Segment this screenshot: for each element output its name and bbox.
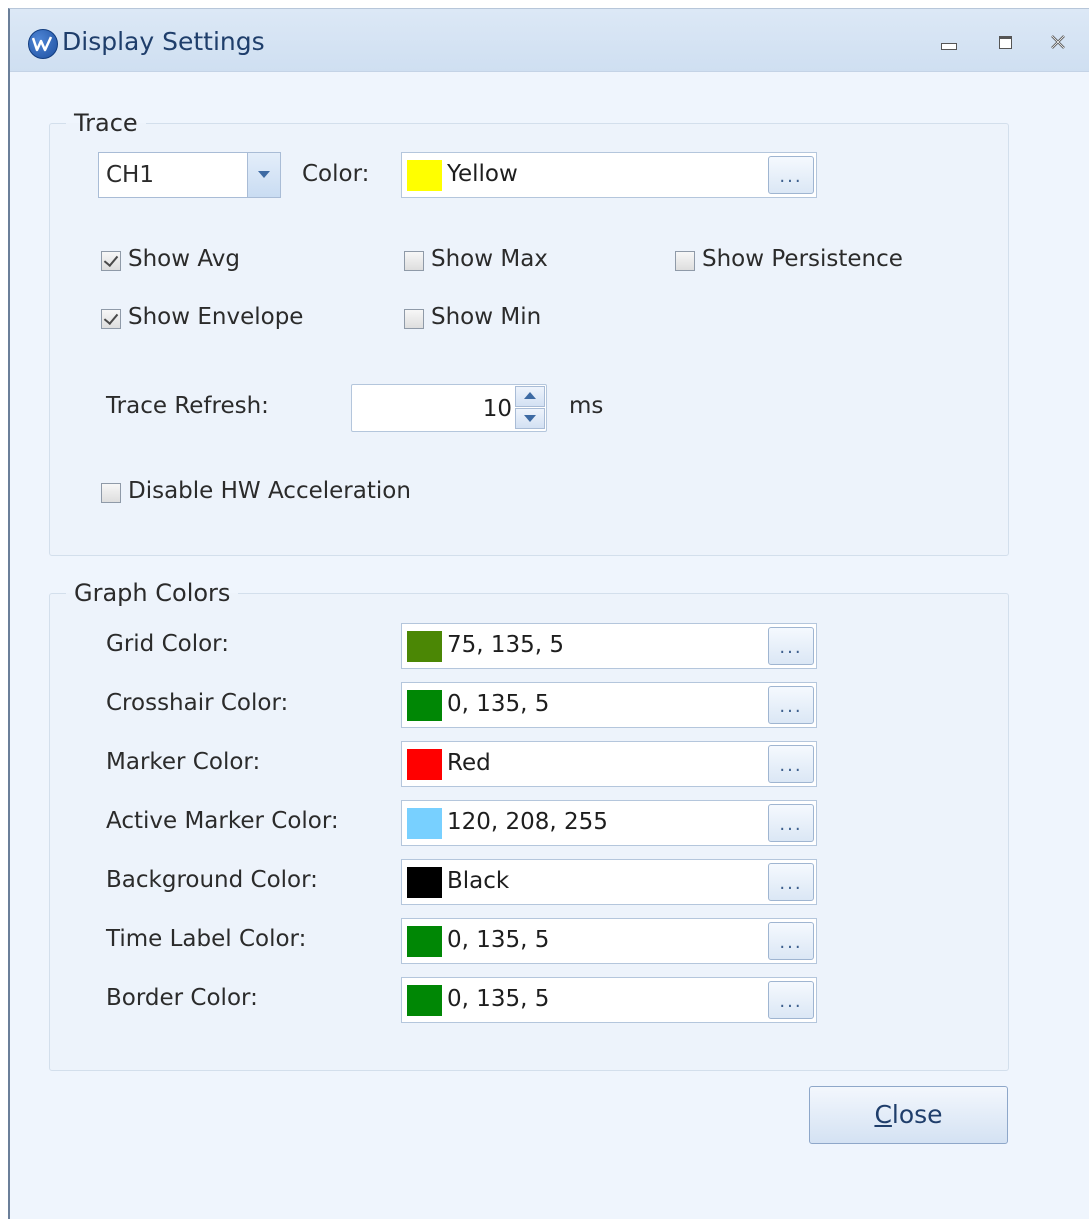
- minimize-icon[interactable]: [936, 31, 962, 53]
- channel-combobox[interactable]: CH1: [98, 152, 281, 198]
- trace-group-legend: Trace: [74, 109, 138, 137]
- trace-refresh-label: Trace Refresh:: [106, 393, 269, 419]
- trace-refresh-spinner[interactable]: [351, 384, 547, 432]
- chevron-down-icon[interactable]: [247, 153, 280, 197]
- graph-color-label: Border Color:: [106, 985, 258, 1011]
- graph-colors-legend: Graph Colors: [74, 579, 231, 607]
- show-max-label: Show Max: [431, 246, 548, 272]
- app-logo-icon: [28, 29, 58, 59]
- graph-color-label: Active Marker Color:: [106, 808, 339, 834]
- trace-refresh-unit: ms: [569, 393, 604, 419]
- graph-color-label: Time Label Color:: [106, 926, 307, 952]
- color-swatch: [407, 749, 442, 780]
- graph-color-field[interactable]: 0, 135, 5...: [401, 977, 817, 1023]
- color-browse-button[interactable]: ...: [768, 981, 814, 1019]
- show-min-box[interactable]: [404, 309, 424, 329]
- graph-color-field[interactable]: 75, 135, 5...: [401, 623, 817, 669]
- color-browse-button[interactable]: ...: [768, 804, 814, 842]
- color-swatch: [407, 631, 442, 662]
- disable-hw-label: Disable HW Acceleration: [128, 478, 411, 504]
- window-title: Display Settings: [62, 27, 265, 56]
- disable-hw-box[interactable]: [101, 483, 121, 503]
- trace-color-field[interactable]: Yellow ...: [401, 152, 817, 198]
- show-min-label: Show Min: [431, 304, 542, 330]
- trace-color-value: Yellow: [447, 161, 518, 187]
- color-browse-button[interactable]: ...: [768, 863, 814, 901]
- trace-color-label: Color:: [302, 161, 370, 187]
- graph-color-value: 0, 135, 5: [447, 927, 550, 953]
- graph-color-field[interactable]: Black...: [401, 859, 817, 905]
- graph-color-label: Crosshair Color:: [106, 690, 289, 716]
- close-label-rest: lose: [891, 1100, 943, 1129]
- show-envelope-box[interactable]: [101, 309, 121, 329]
- graph-color-value: 0, 135, 5: [447, 986, 550, 1012]
- graph-color-label: Background Color:: [106, 867, 318, 893]
- graph-color-value: 0, 135, 5: [447, 691, 550, 717]
- graph-color-value: Red: [447, 750, 491, 776]
- show-avg-box[interactable]: [101, 251, 121, 271]
- graph-color-label: Grid Color:: [106, 631, 229, 657]
- graph-color-value: Black: [447, 868, 510, 894]
- color-browse-button[interactable]: ...: [768, 745, 814, 783]
- graph-color-value: 120, 208, 255: [447, 809, 608, 835]
- show-avg-label: Show Avg: [128, 246, 240, 272]
- graph-color-field[interactable]: 120, 208, 255...: [401, 800, 817, 846]
- color-swatch: [407, 867, 442, 898]
- trace-refresh-input[interactable]: [354, 393, 514, 425]
- show-max-box[interactable]: [404, 251, 424, 271]
- title-bar[interactable]: Display Settings: [10, 9, 1089, 72]
- graph-color-field[interactable]: 0, 135, 5...: [401, 682, 817, 728]
- show-envelope-label: Show Envelope: [128, 304, 304, 330]
- channel-value: CH1: [106, 162, 154, 188]
- color-swatch: [407, 690, 442, 721]
- trace-color-browse-button[interactable]: ...: [768, 156, 814, 194]
- color-browse-button[interactable]: ...: [768, 922, 814, 960]
- spin-down-icon[interactable]: [515, 408, 545, 429]
- color-browse-button[interactable]: ...: [768, 686, 814, 724]
- spin-up-icon[interactable]: [515, 386, 545, 407]
- trace-color-swatch: [407, 160, 442, 191]
- display-settings-window: Display Settings Trace CH1 Color: Yellow…: [8, 8, 1089, 1219]
- close-mnemonic: C: [874, 1100, 892, 1129]
- graph-color-field[interactable]: Red...: [401, 741, 817, 787]
- color-swatch: [407, 985, 442, 1016]
- show-persistence-label: Show Persistence: [702, 246, 903, 272]
- graph-color-field[interactable]: 0, 135, 5...: [401, 918, 817, 964]
- color-swatch: [407, 926, 442, 957]
- graph-color-label: Marker Color:: [106, 749, 261, 775]
- close-button[interactable]: Close: [809, 1086, 1008, 1144]
- show-persistence-box[interactable]: [675, 251, 695, 271]
- maximize-icon[interactable]: [993, 31, 1019, 53]
- close-window-icon[interactable]: [1045, 31, 1071, 53]
- color-swatch: [407, 808, 442, 839]
- graph-color-value: 75, 135, 5: [447, 632, 565, 658]
- color-browse-button[interactable]: ...: [768, 627, 814, 665]
